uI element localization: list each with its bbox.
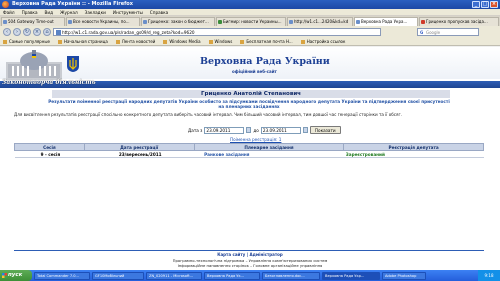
menu-tools[interactable]: Инструменты — [113, 9, 143, 15]
table-header-row: Сесія Дата реєстрації Пленарне засідання… — [14, 143, 484, 151]
table-row: 9 - сесія 23/вересень/2011 Ранкове засід… — [14, 150, 484, 158]
taskbar-doc[interactable]: Безоглавлення.doc... — [262, 271, 320, 280]
calendar-icon[interactable] — [302, 127, 308, 133]
window-controls: _ □ × — [472, 1, 498, 8]
deputy-name: Гриценко Анатолій Степанович — [52, 90, 450, 98]
window-title-bar: Верховна Рада України :: - Mozilla Firef… — [0, 0, 500, 9]
bookmark-start-page[interactable]: Начальная страница — [57, 38, 108, 45]
info-text-line2: на пленарних засіданнях — [218, 104, 280, 109]
registrations-link[interactable]: Поіменна реєстрація: 1 — [230, 137, 281, 142]
column-header-registration: Реєстрація депутата — [343, 143, 484, 151]
date-from-input[interactable] — [204, 126, 245, 134]
info-text: Результати поіменної реєстрації народних… — [14, 99, 484, 109]
page-content: Верховна Рада України офіційний веб-сайт… — [0, 47, 500, 270]
tab-verkhovna-rada[interactable]: Верховна Рада Укра... — [354, 17, 418, 26]
back-button[interactable]: ‹ — [3, 28, 11, 36]
taskbar-mobile[interactable]: GF10Мобільний — [92, 271, 144, 280]
taskbar-rada-2[interactable]: Верховна Рада Укр... — [322, 271, 380, 280]
tab-bigmir-news[interactable]: Бигмир: новости Украины... — [216, 17, 286, 26]
maximize-button[interactable]: □ — [481, 1, 489, 8]
menu-view[interactable]: Вид — [45, 9, 54, 15]
menu-bar: Файл Правка Вид Журнал Закладки Инструме… — [0, 9, 500, 16]
date-to-label: до — [253, 127, 259, 133]
tab-bar: 504 Gateway Time-out Все новости Украины… — [0, 16, 500, 26]
site-subtitle: офіційний веб-сайт — [232, 69, 277, 74]
coat-of-arms-icon — [67, 56, 79, 72]
footer-divider — [14, 250, 484, 251]
url-input[interactable]: http://w1.c1.rada.gov.ua/pls/radan_gs09/… — [53, 28, 381, 36]
search-input[interactable]: Google — [417, 28, 479, 36]
close-button[interactable]: × — [490, 1, 498, 8]
menu-file[interactable]: Файл — [3, 9, 15, 15]
bookmark-customize-links[interactable]: Настройка ссылок — [300, 38, 345, 45]
cell-registration-status: Зареєстрований — [343, 150, 484, 158]
minimize-button[interactable]: _ — [472, 1, 480, 8]
reload-button[interactable]: ↻ — [23, 28, 31, 36]
bookmark-news-feed[interactable]: Лента новостей — [115, 38, 155, 45]
show-button[interactable]: Показати — [309, 126, 341, 134]
menu-bookmarks[interactable]: Закладки — [85, 9, 106, 15]
taskbar: пуск Total Commander 7.0... GF10Мобільни… — [0, 270, 500, 281]
tab-news-ukraine[interactable]: Все новости Украины, по... — [66, 17, 140, 26]
date-to-input[interactable] — [260, 126, 301, 134]
menu-help[interactable]: Справка — [150, 9, 168, 15]
start-button[interactable]: пуск — [0, 270, 32, 281]
tab-gateway-timeout[interactable]: 504 Gateway Time-out — [1, 17, 65, 26]
footer-links[interactable]: Карта сайту | Адміністратор — [0, 252, 500, 257]
column-header-session: Сесія — [14, 143, 85, 151]
taskbar-photoshop[interactable]: Adobe Photoshop — [382, 271, 426, 280]
bookmark-popular[interactable]: Самые популярные — [3, 38, 50, 45]
calendar-icon[interactable] — [246, 127, 252, 133]
window-title: Верховна Рада України :: - Mozilla Firef… — [12, 1, 133, 7]
stop-button[interactable]: × — [33, 28, 41, 36]
menu-history[interactable]: Журнал — [60, 9, 78, 15]
navigation-bar: ‹ › ↻ × ⌂ http://w1.c1.rada.gov.ua/pls/r… — [0, 26, 500, 38]
bookmark-free-mail[interactable]: Бесплатная почта H... — [240, 38, 293, 45]
tab-grytsenko-budget[interactable]: Гриценко: закон о бюджет... — [141, 17, 215, 26]
site-title: Верховна Рада України — [200, 56, 330, 67]
taskbar-word-doc[interactable]: ZN_020911 - Microsoft... — [146, 271, 202, 280]
forward-button[interactable]: › — [13, 28, 21, 36]
column-header-sitting: Пленарне засідання — [193, 143, 345, 151]
registration-table: Сесія Дата реєстрації Пленарне засідання… — [14, 143, 484, 158]
home-button[interactable]: ⌂ — [43, 28, 51, 36]
footer-content: Інформаційне наповнення сторінок – Голов… — [177, 263, 323, 268]
bookmark-windows[interactable]: Windows — [208, 38, 232, 45]
menu-edit[interactable]: Правка — [22, 9, 38, 15]
tab-rada-url[interactable]: http://w1.c1...2420&kd=kd — [287, 17, 353, 26]
taskbar-total-commander[interactable]: Total Commander 7.0... — [34, 271, 90, 280]
firefox-icon — [2, 1, 9, 8]
hint-text: Для висвітлення результатів реєстрації с… — [14, 112, 402, 117]
column-header-date: Дата реєстрації — [83, 143, 195, 151]
cell-sitting[interactable]: Ранкове засідання — [194, 150, 344, 158]
cell-session: 9 - сесія — [14, 150, 85, 158]
bookmarks-bar: Самые популярные Начальная страница Лент… — [0, 38, 500, 46]
date-filter: Дата з до Показати — [188, 126, 341, 134]
date-from-label: Дата з — [188, 127, 203, 133]
bookmark-windows-media[interactable]: Windows Media — [163, 38, 201, 45]
section-label[interactable]: Законотворча діяльність — [2, 79, 96, 86]
cell-date: 23/вересень/2011 — [84, 150, 195, 158]
system-clock: 9:18 — [478, 270, 500, 281]
tab-grytsenko-skipped[interactable]: Гриценко пропускав засіда... — [419, 17, 499, 26]
taskbar-rada-1[interactable]: Верховна Рада Ук... — [204, 271, 260, 280]
